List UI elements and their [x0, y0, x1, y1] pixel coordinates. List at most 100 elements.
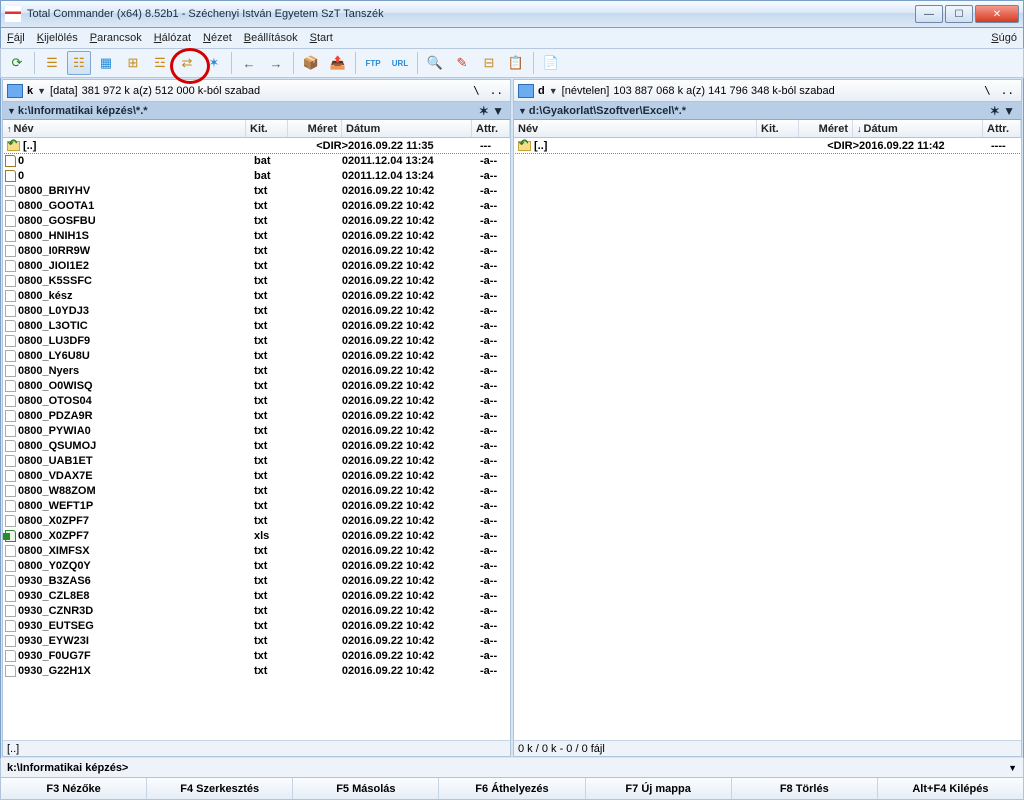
dropdown-icon[interactable]: ▼ — [518, 106, 527, 116]
menu-file[interactable]: Fájl — [7, 32, 25, 44]
parent-button[interactable]: .. — [487, 84, 506, 97]
file-row[interactable]: 0800_Y0ZQ0Ytxt0 2016.09.22 10:42-a-- — [3, 558, 510, 573]
file-row[interactable]: 0800_X0ZPF7txt0 2016.09.22 10:42-a-- — [3, 513, 510, 528]
col-name[interactable]: Név — [514, 120, 757, 137]
file-row[interactable]: 0800_BRIYHVtxt0 2016.09.22 10:42-a-- — [3, 183, 510, 198]
file-row[interactable]: 0800_QSUMOJtxt0 2016.09.22 10:42-a-- — [3, 438, 510, 453]
back-icon[interactable]: ← — [237, 51, 261, 75]
file-row[interactable]: 0800_XIMFSXtxt0 2016.09.22 10:42-a-- — [3, 543, 510, 558]
refresh-icon[interactable]: ⟳ — [5, 51, 29, 75]
menu-help[interactable]: Súgó — [991, 32, 1017, 44]
url-icon[interactable]: URL — [388, 51, 412, 75]
col-date[interactable]: Dátum — [342, 120, 472, 137]
file-row[interactable]: 0930_B3ZAS6txt0 2016.09.22 10:42-a-- — [3, 573, 510, 588]
minimize-button[interactable]: — — [915, 5, 943, 23]
file-row[interactable]: 0930_CZL8E8txt0 2016.09.22 10:42-a-- — [3, 588, 510, 603]
fkey-button[interactable]: F8 Törlés — [732, 778, 878, 799]
parent-button[interactable]: .. — [998, 84, 1017, 97]
file-row[interactable]: 0800_I0RR9Wtxt0 2016.09.22 10:42-a-- — [3, 243, 510, 258]
dropdown-icon[interactable]: ▼ — [7, 106, 16, 116]
file-row[interactable]: [..]<DIR> 2016.09.22 11:35--- — [3, 138, 510, 153]
fkey-button[interactable]: Alt+F4 Kilépés — [878, 778, 1023, 799]
view-full-icon[interactable]: ☷ — [67, 51, 91, 75]
file-row[interactable]: 0930_EUTSEGtxt0 2016.09.22 10:42-a-- — [3, 618, 510, 633]
menu-view[interactable]: Nézet — [203, 32, 232, 44]
menu-commands[interactable]: Parancsok — [90, 32, 142, 44]
dropdown-icon[interactable]: ▼ — [549, 86, 558, 96]
file-row[interactable]: 0800_O0WISQtxt0 2016.09.22 10:42-a-- — [3, 378, 510, 393]
file-row[interactable]: 0800_késztxt0 2016.09.22 10:42-a-- — [3, 288, 510, 303]
sync-dirs-icon[interactable]: ⇄ — [175, 51, 199, 75]
unpack-icon[interactable]: 📤 — [326, 51, 350, 75]
fkey-button[interactable]: F6 Áthelyezés — [439, 778, 585, 799]
file-row[interactable]: 0930_F0UG7Ftxt0 2016.09.22 10:42-a-- — [3, 648, 510, 663]
col-size[interactable]: Méret — [288, 120, 342, 137]
file-row[interactable]: 0800_UAB1ETtxt0 2016.09.22 10:42-a-- — [3, 453, 510, 468]
syncdir-icon[interactable]: ⊟ — [477, 51, 501, 75]
col-date[interactable]: ↓Dátum — [853, 120, 983, 137]
file-row[interactable]: 0800_L0YDJ3txt0 2016.09.22 10:42-a-- — [3, 303, 510, 318]
file-row[interactable]: 0800_K5SSFCtxt0 2016.09.22 10:42-a-- — [3, 273, 510, 288]
col-attr[interactable]: Attr. — [472, 120, 510, 137]
menu-select[interactable]: Kijelölés — [37, 32, 78, 44]
file-row[interactable]: 0800_X0ZPF7xls0 2016.09.22 10:42-a-- — [3, 528, 510, 543]
maximize-button[interactable]: ☐ — [945, 5, 973, 23]
menu-start[interactable]: Start — [310, 32, 333, 44]
fkey-button[interactable]: F7 Új mappa — [586, 778, 732, 799]
fkey-button[interactable]: F4 Szerkesztés — [147, 778, 293, 799]
col-name[interactable]: ↑Név — [3, 120, 246, 137]
notepad-icon[interactable]: 📄 — [539, 51, 563, 75]
favorites-icon[interactable]: ✶ ▼ — [988, 104, 1017, 118]
search-icon[interactable]: 🔍 — [423, 51, 447, 75]
file-row[interactable]: 0800_GOOTA1txt0 2016.09.22 10:42-a-- — [3, 198, 510, 213]
file-row[interactable]: 0bat0 2011.12.04 13:24-a-- — [3, 168, 510, 183]
file-row[interactable]: 0800_GOSFBUtxt0 2016.09.22 10:42-a-- — [3, 213, 510, 228]
root-button[interactable]: \ — [981, 84, 994, 97]
file-row[interactable]: 0800_OTOS04txt0 2016.09.22 10:42-a-- — [3, 393, 510, 408]
close-button[interactable]: ✕ — [975, 5, 1019, 23]
file-row[interactable]: 0800_Nyerstxt0 2016.09.22 10:42-a-- — [3, 363, 510, 378]
view-thumbs-icon[interactable]: ▦ — [94, 51, 118, 75]
multirename-icon[interactable]: ✎ — [450, 51, 474, 75]
file-row[interactable]: [..]<DIR> 2016.09.22 11:42---- — [514, 138, 1021, 153]
titlebar[interactable]: Total Commander (x64) 8.52b1 - Széchenyi… — [0, 0, 1024, 28]
left-drive-bar[interactable]: k ▼ [data] 381 972 k a(z) 512 000 k-ból … — [3, 80, 510, 102]
file-row[interactable]: 0800_LY6U8Utxt0 2016.09.22 10:42-a-- — [3, 348, 510, 363]
view-all-icon[interactable]: ☲ — [148, 51, 172, 75]
file-row[interactable]: 0800_L3OTICtxt0 2016.09.22 10:42-a-- — [3, 318, 510, 333]
col-ext[interactable]: Kit. — [757, 120, 799, 137]
file-row[interactable]: 0800_WEFT1Ptxt0 2016.09.22 10:42-a-- — [3, 498, 510, 513]
file-row[interactable]: 0800_HNIH1Stxt0 2016.09.22 10:42-a-- — [3, 228, 510, 243]
file-row[interactable]: 0930_CZNR3Dtxt0 2016.09.22 10:42-a-- — [3, 603, 510, 618]
fkey-button[interactable]: F5 Másolás — [293, 778, 439, 799]
file-row[interactable]: 0800_W88ZOMtxt0 2016.09.22 10:42-a-- — [3, 483, 510, 498]
file-row[interactable]: 0bat0 2011.12.04 13:24-a-- — [3, 153, 510, 168]
view-brief-icon[interactable]: ☰ — [40, 51, 64, 75]
file-row[interactable]: 0800_LU3DF9txt0 2016.09.22 10:42-a-- — [3, 333, 510, 348]
menu-settings[interactable]: Beállítások — [244, 32, 298, 44]
menu-network[interactable]: Hálózat — [154, 32, 191, 44]
file-row[interactable]: 0800_JIOI1E2txt0 2016.09.22 10:42-a-- — [3, 258, 510, 273]
file-row[interactable]: 0800_VDAX7Etxt0 2016.09.22 10:42-a-- — [3, 468, 510, 483]
pack-icon[interactable]: 📦 — [299, 51, 323, 75]
fkey-button[interactable]: F3 Nézőke — [1, 778, 147, 799]
file-row[interactable]: 0800_PDZA9Rtxt0 2016.09.22 10:42-a-- — [3, 408, 510, 423]
root-button[interactable]: \ — [470, 84, 483, 97]
file-row[interactable]: 0930_G22H1Xtxt0 2016.09.22 10:42-a-- — [3, 663, 510, 678]
file-row[interactable]: 0800_PYWIA0txt0 2016.09.22 10:42-a-- — [3, 423, 510, 438]
col-attr[interactable]: Attr. — [983, 120, 1021, 137]
forward-icon[interactable]: → — [264, 51, 288, 75]
command-input[interactable] — [132, 762, 1008, 774]
col-size[interactable]: Méret — [799, 120, 853, 137]
tree-icon[interactable]: ⊞ — [121, 51, 145, 75]
command-line[interactable]: k:\Informatikai képzés> ▼ — [0, 758, 1024, 778]
right-file-list[interactable]: [..]<DIR> 2016.09.22 11:42---- — [514, 138, 1021, 740]
file-row[interactable]: 0930_EYW23Itxt0 2016.09.22 10:42-a-- — [3, 633, 510, 648]
left-file-list[interactable]: [..]<DIR> 2016.09.22 11:35---0bat0 2011.… — [3, 138, 510, 740]
col-ext[interactable]: Kit. — [246, 120, 288, 137]
right-drive-bar[interactable]: d ▼ [névtelen] 103 887 068 k a(z) 141 79… — [514, 80, 1021, 102]
ftp-icon[interactable]: FTP — [361, 51, 385, 75]
dropdown-icon[interactable]: ▼ — [37, 86, 46, 96]
history-dropdown-icon[interactable]: ▼ — [1008, 763, 1017, 773]
copy-names-icon[interactable]: 📋 — [504, 51, 528, 75]
